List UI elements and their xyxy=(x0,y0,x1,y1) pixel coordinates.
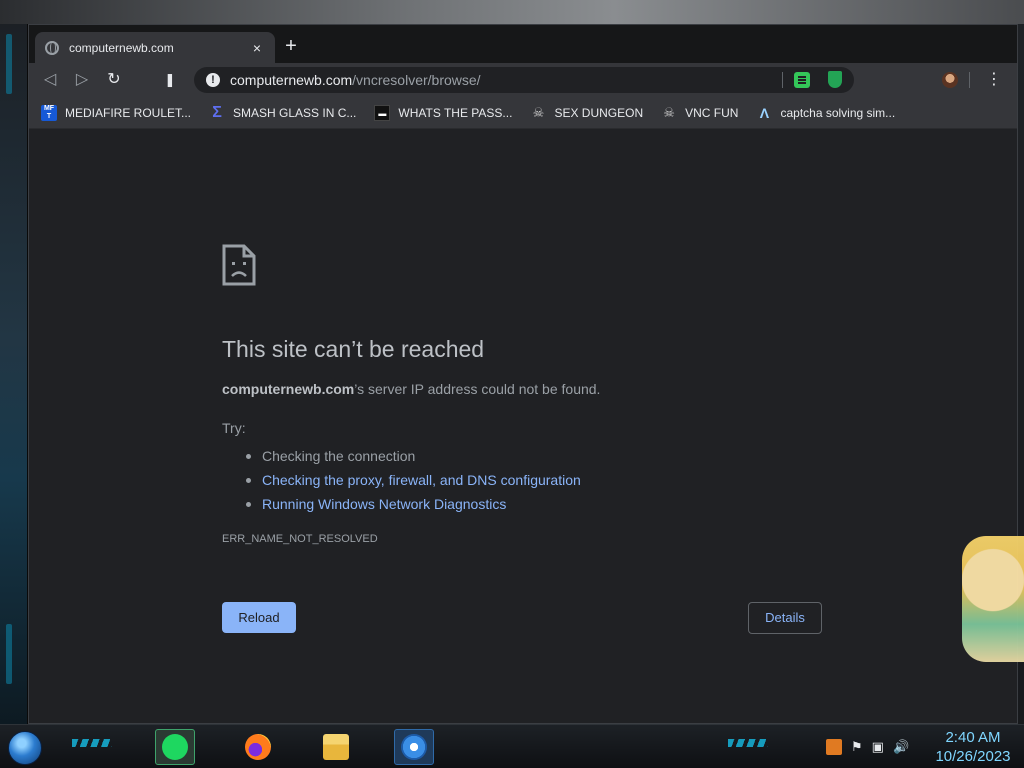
try-label: Try: xyxy=(222,420,246,436)
bookmarks-bar: MF T MEDIAFIRE ROULET... Σ SMASH GLASS I… xyxy=(29,97,1017,129)
tab-strip: computernewb.com × + xyxy=(29,25,1017,63)
info-icon[interactable]: ! xyxy=(206,73,220,87)
spotify-icon xyxy=(162,734,188,760)
lambda-icon: Λ xyxy=(759,104,770,121)
folder-icon xyxy=(323,734,349,760)
taskbar-app-spotify[interactable] xyxy=(155,729,195,765)
proxy-settings-link[interactable]: Checking the proxy, firewall, and DNS co… xyxy=(262,472,581,488)
error-message: ’s server IP address could not be found. xyxy=(354,381,601,397)
terminal-icon: ▬ xyxy=(374,104,391,121)
system-tray: ⚑ ▣ 🔊 xyxy=(790,737,918,757)
address-url[interactable]: computernewb.com/vncresolver/browse/ xyxy=(230,72,481,88)
bookmark-sex-dungeon[interactable]: ☠ SEX DUNGEON xyxy=(530,104,644,121)
globe-icon xyxy=(45,40,59,55)
menu-icon[interactable]: ⋮ xyxy=(986,71,1002,89)
reload-button[interactable]: Reload xyxy=(222,602,296,633)
profile-avatar[interactable] xyxy=(942,72,958,88)
suggestion-item: Checking the proxy, firewall, and DNS co… xyxy=(244,468,581,492)
bookmark-label: SEX DUNGEON xyxy=(554,105,644,120)
address-bar[interactable]: ! computernewb.com/vncresolver/browse/ xyxy=(194,67,854,93)
forward-icon[interactable]: ▷ xyxy=(73,71,91,89)
extension-notes-icon[interactable] xyxy=(794,72,810,88)
volume-icon[interactable]: 🔊 xyxy=(893,739,909,755)
browser-toolbar: ◁ ▷ ↻ ❚ ! computernewb.com/vncresolver/b… xyxy=(29,63,1017,97)
network-icon[interactable]: ▣ xyxy=(872,739,884,755)
network-diagnostics-link[interactable]: Running Windows Network Diagnostics xyxy=(262,496,506,512)
desktop-wallpaper-top xyxy=(0,0,1024,24)
error-host: computernewb.com xyxy=(222,381,355,397)
decorative-glow xyxy=(6,624,12,684)
browser-window: computernewb.com × + ◁ ▷ ↻ ❚ ! computern… xyxy=(28,24,1018,724)
tab-active[interactable]: computernewb.com × xyxy=(35,32,275,63)
tab-title: computernewb.com xyxy=(69,40,174,55)
start-button[interactable] xyxy=(8,731,42,765)
taskbar: ⚑ ▣ 🔊 2:40 AM 10/26/2023 xyxy=(0,724,1024,768)
tray-app-icon[interactable] xyxy=(826,739,842,755)
new-tab-button[interactable]: + xyxy=(282,36,300,56)
taskbar-app-file-explorer[interactable] xyxy=(316,729,356,765)
bookmark-label: SMASH GLASS IN C... xyxy=(233,105,357,120)
url-path: /vncresolver/browse/ xyxy=(352,72,481,88)
action-center-flag-icon[interactable]: ⚑ xyxy=(851,739,863,755)
sad-document-icon xyxy=(222,244,256,286)
sigma-icon: Σ xyxy=(212,103,222,121)
clock-time: 2:40 AM xyxy=(945,729,1001,746)
skull-icon: ☠ xyxy=(663,104,675,120)
taskbar-decoration xyxy=(72,739,112,747)
bookmark-smash-glass[interactable]: Σ SMASH GLASS IN C... xyxy=(209,103,357,121)
bookmark-icon[interactable]: ❚ xyxy=(161,71,179,89)
toolbar-divider xyxy=(969,72,970,88)
taskbar-app-browser[interactable] xyxy=(394,729,434,765)
taskbar-app-firefox[interactable] xyxy=(238,729,278,765)
desktop-character-sticker xyxy=(962,536,1024,662)
bookmark-captcha-solving[interactable]: Λ captcha solving sim... xyxy=(756,105,895,121)
bookmark-mediafire-roulette[interactable]: MF T MEDIAFIRE ROULET... xyxy=(41,104,192,121)
bookmark-vnc-fun[interactable]: ☠ VNC FUN xyxy=(661,105,738,121)
url-domain: computernewb.com xyxy=(230,72,353,88)
error-title: This site can’t be reached xyxy=(222,336,485,362)
skull-icon: ☠ xyxy=(532,104,545,120)
browser-icon xyxy=(401,734,427,760)
bookmark-label: WHATS THE PASS... xyxy=(398,105,513,120)
suggestions-list: Checking the connection Checking the pro… xyxy=(244,444,581,516)
bookmark-whats-the-pass[interactable]: ▬ WHATS THE PASS... xyxy=(374,104,513,121)
suggestion-item: Running Windows Network Diagnostics xyxy=(244,492,581,516)
details-button[interactable]: Details xyxy=(748,602,822,634)
extension-shield-icon[interactable] xyxy=(828,71,842,88)
error-code: ERR_NAME_NOT_RESOLVED xyxy=(222,533,378,545)
bookmark-label: MEDIAFIRE ROULET... xyxy=(65,105,192,120)
clock-date: 10/26/2023 xyxy=(935,748,1011,765)
suggestion-text: Checking the connection xyxy=(262,448,416,464)
suggestion-item: Checking the connection xyxy=(244,444,581,468)
firefox-icon xyxy=(245,734,271,760)
error-page: This site can’t be reached computernewb.… xyxy=(29,130,1017,723)
omnibox-divider xyxy=(782,72,783,88)
decorative-glow xyxy=(6,34,12,94)
reload-icon[interactable]: ↻ xyxy=(105,71,123,89)
desktop-wallpaper-left xyxy=(0,24,28,724)
mediafire-icon: MF T xyxy=(41,104,57,121)
back-icon[interactable]: ◁ xyxy=(41,71,59,89)
taskbar-decoration xyxy=(728,739,768,747)
bookmark-label: captcha solving sim... xyxy=(780,105,896,120)
tab-close-button[interactable]: × xyxy=(249,40,265,56)
error-subtitle: computernewb.com’s server IP address cou… xyxy=(222,381,600,397)
bookmark-label: VNC FUN xyxy=(685,105,739,120)
taskbar-clock[interactable]: 2:40 AM 10/26/2023 xyxy=(930,728,1016,766)
